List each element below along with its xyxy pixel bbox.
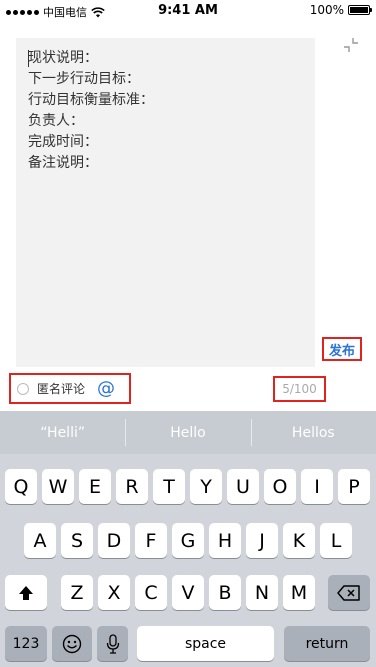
suggestion-bar: “Helli” Hello Hellos xyxy=(0,411,376,454)
key-a[interactable]: A xyxy=(24,523,56,558)
key-h[interactable]: H xyxy=(209,523,241,558)
key-c[interactable]: C xyxy=(135,575,167,610)
key-x[interactable]: X xyxy=(98,575,130,610)
key-i[interactable]: I xyxy=(301,469,333,504)
editor-line: 现状说明： xyxy=(28,50,98,66)
key-w[interactable]: W xyxy=(42,469,74,504)
key-g[interactable]: G xyxy=(172,523,204,558)
key-l[interactable]: L xyxy=(320,523,352,558)
status-bar: 中国电信 9:41 AM 100% xyxy=(0,0,376,22)
text-caret xyxy=(28,50,29,67)
suggestion-item[interactable]: Hello xyxy=(125,411,250,454)
key-b[interactable]: B xyxy=(209,575,241,610)
key-t[interactable]: T xyxy=(153,469,185,504)
delete-key[interactable] xyxy=(328,575,370,610)
key-k[interactable]: K xyxy=(283,523,315,558)
editor-line: 完成时间： xyxy=(28,134,98,150)
emoji-icon xyxy=(62,634,82,653)
dictation-key[interactable] xyxy=(97,626,128,661)
anonymous-radio[interactable] xyxy=(17,382,29,395)
anonymous-comment-row: 匿名评论 @ xyxy=(9,373,131,404)
key-s[interactable]: S xyxy=(61,523,93,558)
numbers-key[interactable]: 123 xyxy=(5,626,47,661)
character-counter: 5/100 xyxy=(273,376,326,402)
key-r[interactable]: R xyxy=(116,469,148,504)
editor-content: 现状说明： 下一步行动目标： 行动目标衡量标准： 负责人： 完成时间： 备注说明… xyxy=(28,48,303,174)
key-z[interactable]: Z xyxy=(61,575,93,610)
status-right: 100% xyxy=(309,3,372,17)
keyboard: “Helli” Hello Hellos Q W E R T Y U O I P… xyxy=(0,411,376,667)
key-n[interactable]: N xyxy=(246,575,278,610)
anonymous-label[interactable]: 匿名评论 xyxy=(37,380,85,397)
editor-line: 下一步行动目标： xyxy=(28,71,140,87)
key-f[interactable]: F xyxy=(135,523,167,558)
editor-line: 行动目标衡量标准： xyxy=(28,92,154,108)
mention-button[interactable]: @ xyxy=(97,378,115,399)
microphone-icon xyxy=(106,633,119,654)
key-q[interactable]: Q xyxy=(5,469,37,504)
space-key[interactable]: space xyxy=(137,626,274,661)
collapse-icon[interactable] xyxy=(342,36,360,54)
key-o[interactable]: O xyxy=(264,469,296,504)
battery-percent: 100% xyxy=(309,3,344,17)
key-u[interactable]: U xyxy=(227,469,259,504)
battery-icon xyxy=(348,5,372,15)
shift-icon xyxy=(19,585,33,600)
backspace-icon xyxy=(337,584,360,601)
return-key[interactable]: return xyxy=(284,626,370,661)
suggestion-item[interactable]: Hellos xyxy=(250,411,376,454)
key-y[interactable]: Y xyxy=(190,469,222,504)
emoji-key[interactable] xyxy=(52,626,92,661)
key-j[interactable]: J xyxy=(246,523,278,558)
editor-line: 负责人： xyxy=(28,113,84,129)
editor-line: 备注说明： xyxy=(28,155,98,171)
key-m[interactable]: M xyxy=(283,575,315,610)
comment-textarea[interactable]: 现状说明： 下一步行动目标： 行动目标衡量标准： 负责人： 完成时间： 备注说明… xyxy=(16,38,315,367)
suggestion-item[interactable]: “Helli” xyxy=(0,411,125,454)
key-d[interactable]: D xyxy=(98,523,130,558)
key-v[interactable]: V xyxy=(172,575,204,610)
publish-button[interactable]: 发布 xyxy=(322,337,362,361)
shift-key[interactable] xyxy=(5,575,47,610)
key-e[interactable]: E xyxy=(79,469,111,504)
key-p[interactable]: P xyxy=(338,469,370,504)
